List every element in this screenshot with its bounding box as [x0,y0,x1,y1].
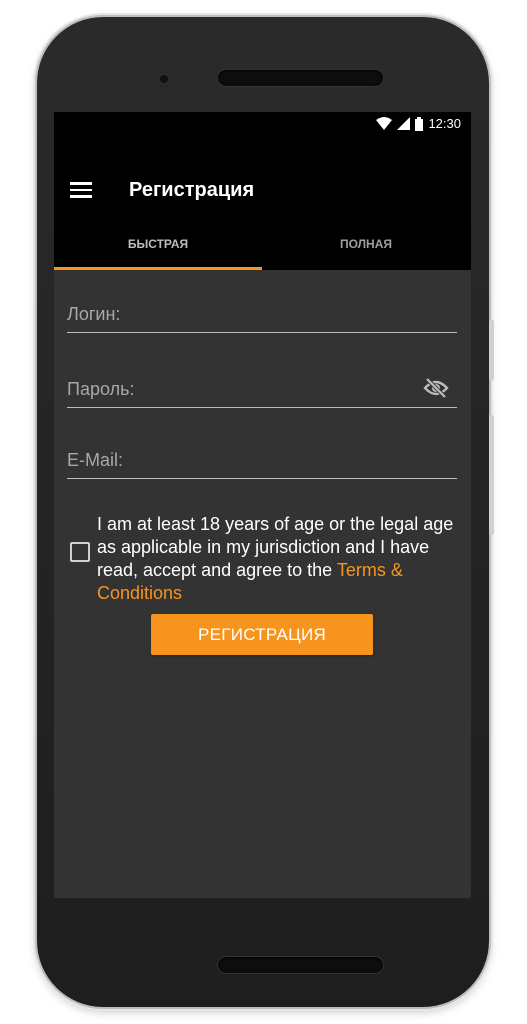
consent-checkbox[interactable] [70,542,90,562]
email-input[interactable] [67,442,457,478]
tab-full-label: ПОЛНАЯ [339,237,393,251]
power-button [489,415,494,535]
password-field [67,371,457,408]
bottom-speaker [218,957,383,973]
volume-button [489,320,494,380]
status-icons: 12:30 [376,116,461,131]
signal-icon [397,117,411,130]
status-bar: 12:30 [54,112,471,138]
login-field [67,296,457,333]
register-button[interactable]: РЕГИСТРАЦИЯ [151,614,373,655]
consent-text: I am at least 18 years of age or the leg… [97,513,467,605]
page-title: Регистрация [129,179,255,201]
app-bar: Регистрация БЫСТРАЯ ПОЛНАЯ [54,138,471,270]
tab-quick-label: БЫСТРАЯ [127,237,189,251]
wifi-icon [376,117,393,130]
login-input[interactable] [67,296,457,332]
tab-quick[interactable]: БЫСТРАЯ [54,235,262,270]
hamburger-menu-icon[interactable] [70,182,92,198]
email-field [67,442,457,479]
battery-icon [415,116,424,131]
app-screen: 12:30 Регистрация БЫСТРАЯ ПОЛНАЯ Логин: … [54,112,471,898]
status-time: 12:30 [428,116,461,131]
active-tab-indicator [54,267,262,270]
front-camera [157,72,171,86]
top-speaker [218,70,383,86]
tab-full[interactable]: ПОЛНАЯ [262,235,470,270]
eye-off-icon[interactable] [423,377,449,399]
password-input[interactable] [67,371,457,407]
